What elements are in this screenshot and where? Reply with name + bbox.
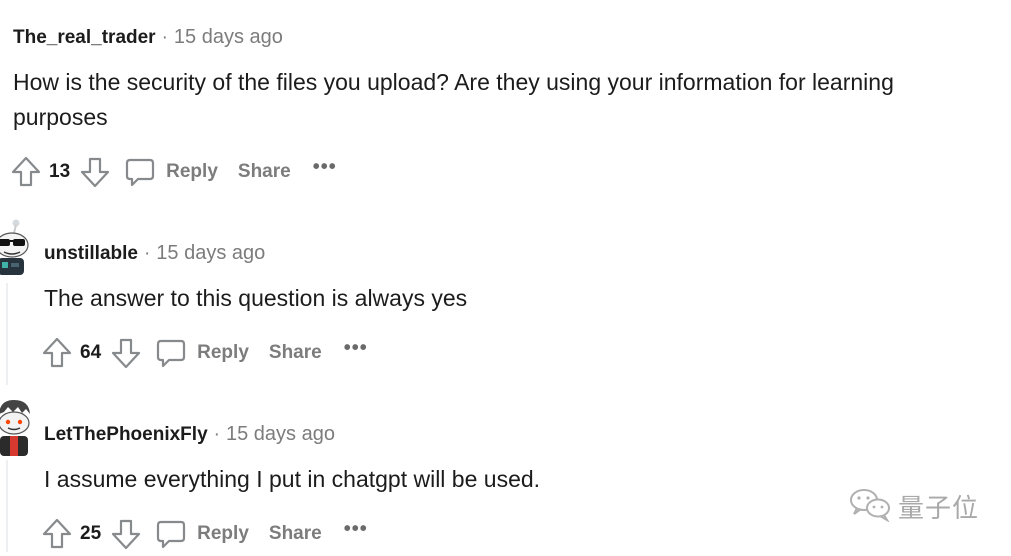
downvote-icon[interactable] [109,517,143,551]
reply-label: Reply [166,161,218,182]
comment-bubble-icon [157,339,186,368]
comment-body: The answer to this question is always ye… [44,285,468,311]
comment-author[interactable]: LetThePhoenixFly [44,424,208,446]
comment-body: I assume everything I put in chatgpt wil… [44,466,541,492]
vote-count: 25 [80,523,102,544]
comment-2: unstillable · 15 days ago The answer to … [0,200,1011,380]
meta-separator: · [143,242,151,264]
upvote-icon[interactable] [40,517,74,551]
share-button[interactable]: Share [269,523,322,545]
reply-label: Reply [197,523,249,544]
watermark-text: 量子位 [898,493,980,523]
share-label: Share [268,342,322,363]
comment-meta: LetThePhoenixFly · 15 days ago [44,423,335,446]
comment-timestamp[interactable]: 15 days ago [174,26,283,49]
wechat-icon [848,486,892,527]
reply-button[interactable]: Reply [124,156,218,188]
more-options-button[interactable]: ••• [313,156,337,179]
comment-meta: unstillable · 15 days ago [44,242,265,265]
comment-bubble-icon [157,520,186,549]
share-label: Share [268,523,322,544]
downvote-icon[interactable] [109,336,143,370]
more-options-button[interactable]: ••• [344,518,368,541]
vote-count: 13 [49,161,71,182]
reply-button[interactable]: Reply [155,518,249,550]
upvote-icon[interactable] [40,336,74,370]
vote-count: 64 [80,342,102,363]
comment-actions: 13 Reply Share ••• [9,154,337,190]
comment-timestamp[interactable]: 15 days ago [156,242,265,265]
meta-separator: · [161,26,168,48]
comment-1: The_real_trader · 15 days ago How is the… [0,0,1011,200]
share-label: Share [237,161,291,182]
share-button[interactable]: Share [269,342,322,364]
reply-button[interactable]: Reply [155,337,249,369]
comment-actions: 25 Reply Share ••• [40,516,368,552]
comment-bubble-icon [126,158,155,187]
downvote-icon[interactable] [78,155,112,189]
comment-timestamp[interactable]: 15 days ago [226,423,335,446]
comment-meta: The_real_trader · 15 days ago [13,26,283,49]
watermark: 量子位 [848,486,979,527]
comment-author[interactable]: unstillable [44,243,138,265]
more-options-button[interactable]: ••• [344,337,368,360]
share-button[interactable]: Share [238,161,291,183]
comment-body: How is the security of the files you upl… [13,69,894,130]
upvote-icon[interactable] [9,155,43,189]
reply-label: Reply [197,342,249,363]
comment-author[interactable]: The_real_trader [13,27,156,49]
meta-separator: · [213,423,220,445]
comment-actions: 64 Reply Share ••• [40,335,368,371]
